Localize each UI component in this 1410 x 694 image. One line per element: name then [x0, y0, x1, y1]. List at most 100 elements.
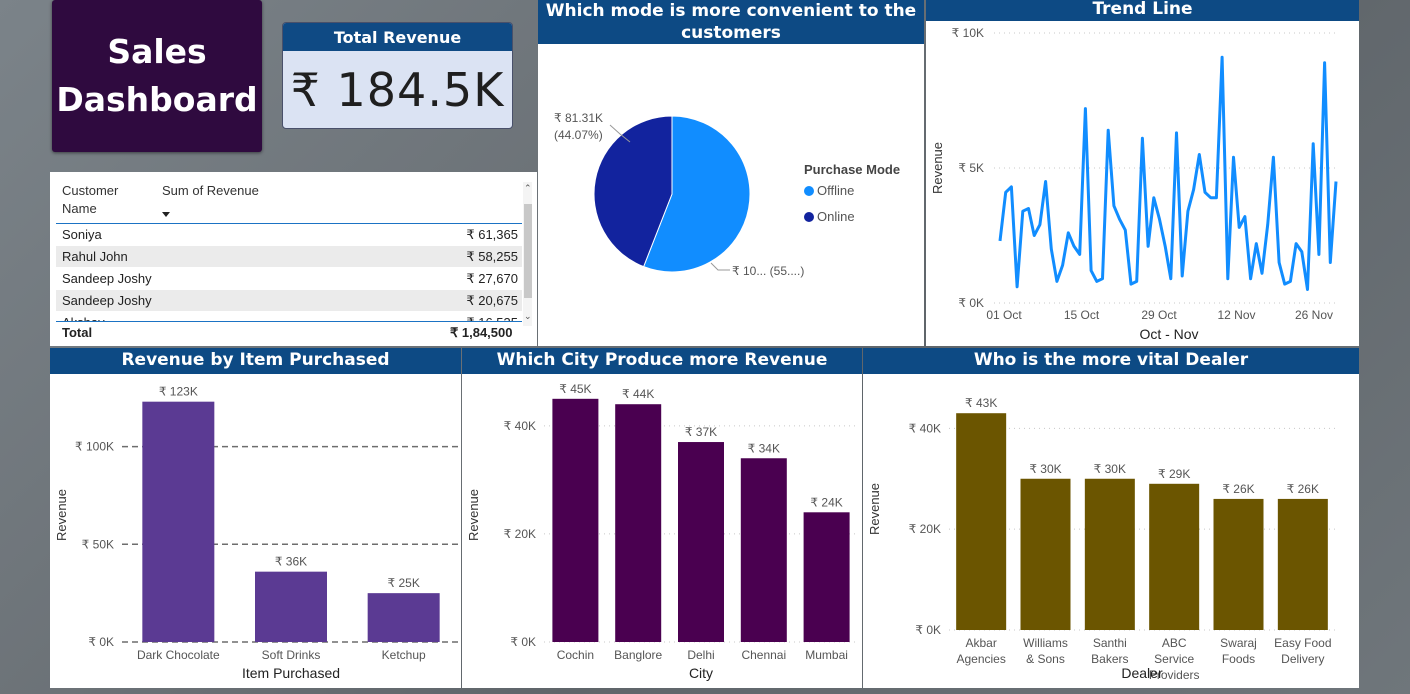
y-axis-title: Revenue [54, 489, 69, 541]
bar[interactable] [1277, 498, 1328, 630]
table-row[interactable]: Soniya ₹ 61,365 [56, 224, 522, 245]
customer-name-cell: Soniya [62, 227, 102, 242]
x-tick-label: Cochin [557, 648, 594, 662]
table-scrollbar-thumb[interactable] [524, 204, 532, 298]
table-row[interactable]: Sandeep Joshy ₹ 27,670 [56, 268, 522, 289]
city-revenue-title: Which City Produce more Revenue [462, 348, 862, 374]
bar[interactable] [552, 398, 599, 642]
data-label: ₹ 37K [685, 425, 717, 439]
dealer-revenue-panel[interactable]: Who is the more vital Dealer ₹ 0K ₹ 20K ₹ … [863, 348, 1359, 688]
city-revenue-chart: ₹ 0K ₹ 20K ₹ 40K ₹ 45K Cochin ₹ 44K Banglore ₹ … [466, 382, 858, 681]
x-tick-label: 26 Nov [1295, 308, 1333, 322]
offline-value-label: ₹ 10... (55....) [732, 264, 804, 278]
item-revenue-title: Revenue by Item Purchased [50, 348, 461, 374]
total-label: Total [62, 325, 93, 340]
legend-online-label[interactable]: Online [817, 209, 855, 224]
legend-online-marker [804, 212, 814, 222]
y-tick-label: ₹ 20K [909, 522, 941, 536]
bar[interactable] [255, 571, 327, 642]
bar[interactable] [615, 404, 662, 642]
bar[interactable] [803, 512, 850, 642]
x-tick-label: Service [1154, 652, 1194, 666]
revenue-cell: ₹ 61,365 [466, 226, 518, 242]
data-label: ₹ 34K [748, 441, 780, 455]
sort-descending-icon[interactable] [162, 212, 170, 217]
y-axis-title: Revenue [867, 483, 882, 535]
x-tick-label: Mumbai [805, 648, 848, 662]
customer-revenue-table[interactable]: Customer Name Sum of Revenue Soniya ₹ 61,… [50, 172, 537, 346]
x-tick-label: Williams [1023, 636, 1068, 650]
x-axis-title: Oct - Nov [1139, 326, 1198, 342]
x-tick-label: Banglore [614, 648, 662, 662]
y-tick-label: ₹ 0K [88, 635, 114, 649]
legend-offline-label[interactable]: Offline [817, 183, 854, 198]
column-header-customer[interactable]: Customer Name [62, 182, 118, 218]
trend-line-title: Trend Line [926, 0, 1359, 21]
bar[interactable] [142, 401, 215, 642]
bar[interactable] [1020, 478, 1071, 630]
total-revenue-card[interactable]: Total Revenue ₹ 184.5K [282, 22, 513, 129]
x-tick-label: 12 Nov [1217, 308, 1255, 322]
x-tick-label: Delivery [1281, 652, 1324, 666]
total-revenue-label: Total Revenue [283, 23, 512, 51]
data-label: ₹ 43K [965, 396, 997, 410]
scroll-up-icon[interactable]: ⌃ [524, 183, 532, 194]
dashboard-title: Sales Dashboard [52, 0, 262, 152]
item-revenue-panel[interactable]: Revenue by Item Purchased ₹ 0K ₹ 50K ₹ 100… [50, 348, 461, 688]
trend-line-panel[interactable]: Trend Line ₹ 0K ₹ 5K ₹ 10K 01 Oct 15 Oct 29 O… [926, 0, 1359, 346]
customer-name-cell: Sandeep Joshy [62, 271, 152, 286]
scroll-down-icon[interactable]: ⌄ [524, 311, 532, 322]
x-tick-label: Delhi [687, 648, 714, 662]
dealer-revenue-chart: ₹ 0K ₹ 20K ₹ 40K ₹ 43K Akbar Agencies ₹ 30K Wil… [867, 396, 1335, 682]
x-tick-label: 29 Oct [1141, 308, 1177, 322]
x-tick-label: Swaraj [1220, 636, 1257, 650]
purchase-mode-title: Which mode is more convenient to the cus… [538, 0, 924, 44]
purchase-mode-panel[interactable]: Which mode is more convenient to the cus… [538, 0, 924, 346]
x-tick-label: Ketchup [382, 648, 426, 662]
x-tick-label: Dark Chocolate [137, 648, 220, 662]
offline-leader-line [710, 262, 730, 271]
table-row[interactable]: Rahul John ₹ 58,255 [56, 246, 522, 267]
x-tick-label: 01 Oct [986, 308, 1022, 322]
data-label: ₹ 44K [622, 387, 654, 401]
dashboard-title-line2: Dashboard [56, 80, 258, 119]
revenue-trend-series[interactable] [998, 55, 1338, 291]
table-body: Soniya ₹ 61,365 Rahul John ₹ 58,255 Sandeep … [50, 224, 537, 322]
data-label: ₹ 30K [1094, 462, 1126, 476]
online-value-label: ₹ 81.31K [554, 111, 603, 125]
item-revenue-chart: ₹ 0K ₹ 50K ₹ 100K ₹ 123K Dark Chocolate ₹ 36K… [54, 385, 460, 681]
y-axis-title: Revenue [930, 142, 945, 194]
bar[interactable] [1084, 478, 1135, 630]
customer-name-cell: Sandeep Joshy [62, 293, 152, 308]
table-row[interactable]: Sandeep Joshy ₹ 20,675 [56, 290, 522, 311]
x-axis-title: City [689, 665, 713, 681]
bar[interactable] [956, 413, 1007, 630]
x-tick-label: Akbar [965, 636, 996, 650]
total-divider [56, 321, 522, 322]
data-label: ₹ 30K [1029, 462, 1061, 476]
city-revenue-panel[interactable]: Which City Produce more Revenue ₹ 0K ₹ 20… [462, 348, 862, 688]
data-label: ₹ 29K [1158, 467, 1190, 481]
bar[interactable] [678, 442, 724, 642]
dashboard-title-line1: Sales [107, 32, 207, 72]
x-axis-title: Dealer [1121, 665, 1163, 681]
legend-title: Purchase Mode [804, 162, 900, 177]
x-tick-label: Santhi [1093, 636, 1127, 650]
data-label: ₹ 123K [159, 385, 198, 399]
data-label: ₹ 24K [810, 495, 842, 509]
data-label: ₹ 25K [388, 576, 420, 590]
bar[interactable] [1213, 498, 1264, 630]
purchase-mode-pie-chart: ₹ 81.31K (44.07%) ₹ 10... (55....) Purch… [554, 111, 900, 278]
bar[interactable] [367, 593, 440, 642]
y-tick-label: ₹ 40K [504, 419, 536, 433]
bar[interactable] [740, 458, 787, 642]
bar[interactable] [1149, 483, 1200, 630]
y-tick-label: ₹ 50K [82, 537, 114, 551]
legend-offline-marker [804, 186, 814, 196]
x-tick-label: Soft Drinks [262, 648, 321, 662]
online-pct-label: (44.07%) [554, 128, 603, 142]
y-tick-label: ₹ 10K [952, 26, 984, 40]
column-header-revenue[interactable]: Sum of Revenue [162, 182, 259, 200]
total-value: ₹ 1,84,500 [450, 325, 513, 340]
data-label: ₹ 26K [1287, 482, 1319, 496]
